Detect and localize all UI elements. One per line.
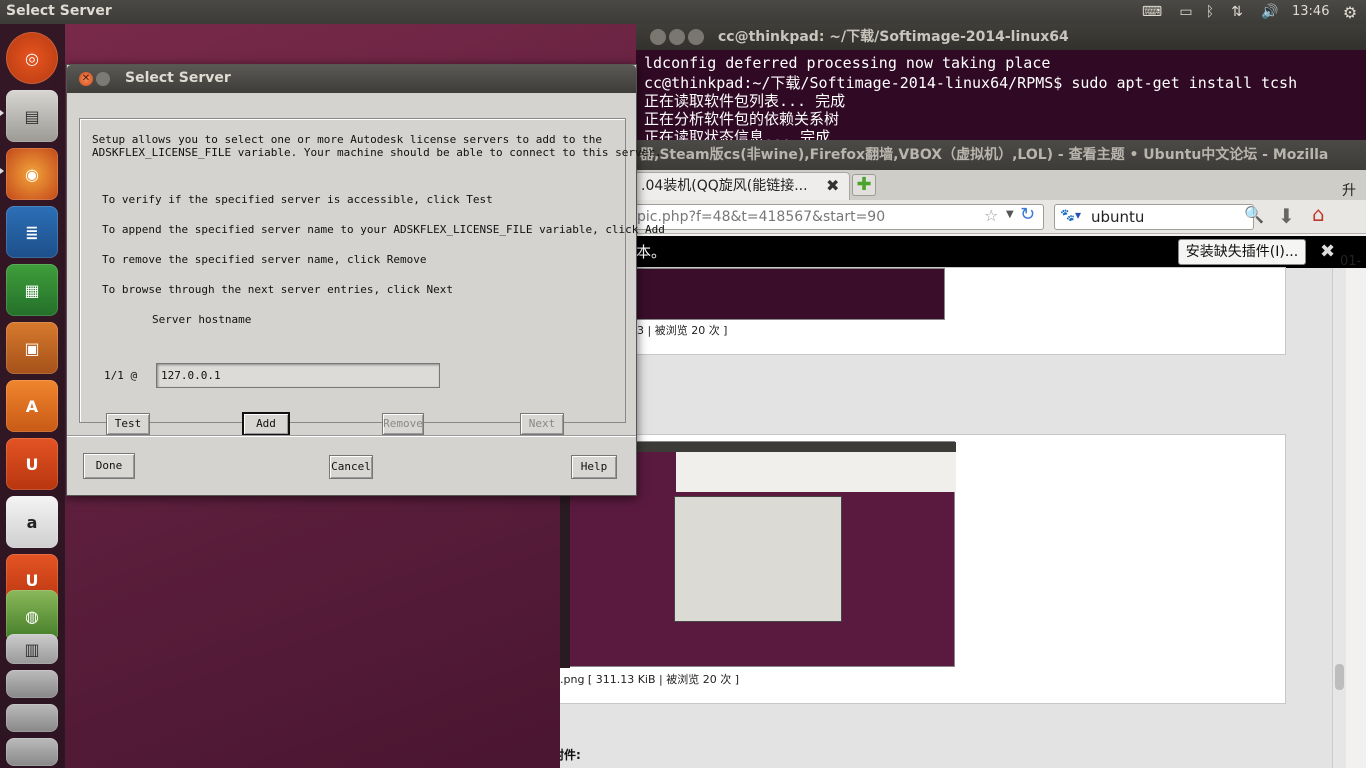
tab-label: .04装机(QQ旋风(能链接... [641, 178, 808, 194]
close-icon[interactable] [650, 29, 666, 45]
search-engine-icon[interactable]: 🐾▾ [1060, 208, 1081, 222]
stacked-icon[interactable] [6, 738, 58, 766]
new-tab-button[interactable]: ✚ [852, 174, 876, 196]
instruction-remove: To remove the specified server name, cli… [102, 253, 427, 266]
amazon-icon[interactable]: a [6, 496, 58, 548]
select-server-dialog: ✕ Select Server Setup allows you to sele… [66, 64, 665, 496]
star-icon[interactable]: ☆ [984, 206, 998, 225]
minimize-icon[interactable] [96, 72, 110, 86]
bluetooth-icon[interactable]: ᛒ [1202, 0, 1218, 24]
hostname-value: 127.0.0.1 [161, 369, 221, 382]
scrollbar[interactable] [1332, 268, 1346, 768]
ubuntu-dash-icon[interactable]: ◎ [6, 32, 58, 84]
keyboard-icon[interactable]: ⌨ [1140, 0, 1164, 24]
search-value: ubuntu [1091, 208, 1145, 226]
chevron-down-icon[interactable]: ▼ [1006, 209, 1014, 220]
clock[interactable]: 13:46 [1292, 4, 1329, 19]
download-icon[interactable]: ⬇ [1278, 204, 1295, 228]
network-icon[interactable]: ⇅ [1226, 0, 1248, 24]
scrollbar-thumb[interactable] [1335, 664, 1344, 690]
add-button[interactable]: Add [242, 412, 290, 436]
firefox-titlebar[interactable]: 器,Steam版cs(非wine),Firefox翻墙,VBOX（虚拟机）,LO… [560, 140, 1366, 170]
instruction-test: To verify if the specified server is acc… [102, 193, 493, 206]
stacked-icon[interactable] [6, 670, 58, 698]
attachment-post: 9.png [ 311.13 KiB | 被浏览 20 次 ] [560, 434, 1286, 704]
terminal-titlebar[interactable]: cc@thinkpad: ~/下载/Softimage-2014-linux64 [636, 24, 1366, 50]
plugin-notice-bar: 本。 安装缺失插件(I)... ✖ [560, 236, 1366, 268]
stacked-icon[interactable] [6, 704, 58, 732]
impress-icon[interactable]: ▣ [6, 322, 58, 374]
help-button[interactable]: Help [571, 455, 617, 479]
close-icon[interactable]: ✖ [826, 176, 839, 195]
volume-icon[interactable]: 🔊 [1258, 0, 1282, 24]
instruction-next: To browse through the next server entrie… [102, 283, 453, 296]
minimize-icon[interactable] [669, 29, 685, 45]
search-input[interactable]: ubuntu [1054, 204, 1254, 230]
notice-text: 本。 [636, 243, 667, 261]
dialog-title: Select Server [125, 70, 231, 86]
terminal-title: cc@thinkpad: ~/下载/Softimage-2014-linux64 [718, 29, 1069, 45]
next-button[interactable]: Next [520, 413, 564, 435]
active-window-title: Select Server [6, 3, 112, 19]
dialog-body: Setup allows you to select one or more A… [67, 93, 665, 495]
page-content: 3 | 被浏览 20 次 ] 9.png [ 311.13 KiB | 被浏览 … [560, 267, 1336, 768]
intro-text: Setup allows you to select one or more A… [92, 133, 602, 146]
tab-bar: .04装机(QQ旋风(能链接... ✖ ✚ [560, 170, 1366, 200]
attachment-caption: 9.png [ 311.13 KiB | 被浏览 20 次 ] [560, 673, 739, 686]
attachment-caption: 3 | 被浏览 20 次 ] [637, 324, 728, 337]
hostname-label: Server hostname [152, 313, 252, 326]
firefox-icon[interactable]: ◉ [6, 148, 58, 200]
server-options-frame: Setup allows you to select one or more A… [79, 118, 665, 436]
launcher: ◎ ▤ ◉ ≣ ▦ ▣ A U a U ◍ ▥ [0, 24, 65, 768]
dialog-titlebar[interactable]: ✕ Select Server [67, 65, 636, 93]
ubuntu-one-icon[interactable]: U [6, 438, 58, 490]
search-icon[interactable]: 🔍 [1244, 205, 1264, 224]
gear-icon[interactable]: ⚙ [1338, 0, 1362, 24]
instruction-add: To append the specified server name to y… [102, 223, 665, 236]
test-button[interactable]: Test [106, 413, 150, 435]
remove-button[interactable]: Remove [382, 413, 424, 435]
files-icon[interactable]: ▤ [6, 90, 58, 142]
browser-tab[interactable]: .04装机(QQ旋风(能链接... [630, 172, 850, 200]
navigation-bar: pic.php?f=48&t=418567&start=90 ☆ ▼ ↻ ubu… [560, 200, 1366, 234]
running-indicator [0, 168, 4, 174]
screenshot-thumbnail[interactable] [635, 268, 945, 320]
side-text: 升 [1342, 183, 1356, 199]
battery-icon[interactable]: ▭ [1174, 0, 1198, 24]
install-plugins-button[interactable]: 安装缺失插件(I)... [1178, 239, 1306, 265]
workspace-icon[interactable]: ▥ [6, 634, 58, 664]
running-indicator [0, 110, 4, 116]
writer-icon[interactable]: ≣ [6, 206, 58, 258]
firefox-window[interactable]: 器,Steam版cs(非wine),Firefox翻墙,VBOX（虚拟机）,LO… [560, 140, 1366, 768]
top-panel: Select Server ⌨ ▭ ᛒ ⇅ 🔊 13:46 ⚙ [0, 0, 1366, 24]
cancel-button[interactable]: Cancel [329, 455, 373, 479]
maximize-icon[interactable] [688, 29, 704, 45]
attachment-post: 3 | 被浏览 20 次 ] [560, 267, 1286, 355]
close-icon[interactable]: ✖ [1320, 236, 1335, 268]
side-text: 01- [1340, 254, 1362, 269]
intro-text: ADSKFLEX_LICENSE_FILE variable. Your mac… [92, 146, 662, 159]
home-icon[interactable]: ⌂ [1312, 202, 1325, 226]
url-bar[interactable]: pic.php?f=48&t=418567&start=90 [634, 204, 1044, 230]
calc-icon[interactable]: ▦ [6, 264, 58, 316]
divider [67, 435, 636, 437]
hostname-input[interactable]: 127.0.0.1 [156, 363, 440, 388]
reload-icon[interactable]: ↻ [1020, 204, 1035, 225]
done-button[interactable]: Done [83, 453, 135, 479]
close-icon[interactable]: ✕ [79, 72, 93, 86]
software-center-icon[interactable]: A [6, 380, 58, 432]
server-counter: 1/1 @ [104, 369, 138, 382]
terminal-line: ldconfig deferred processing now taking … [644, 54, 1051, 72]
attachments-label: 附件: [560, 748, 581, 762]
